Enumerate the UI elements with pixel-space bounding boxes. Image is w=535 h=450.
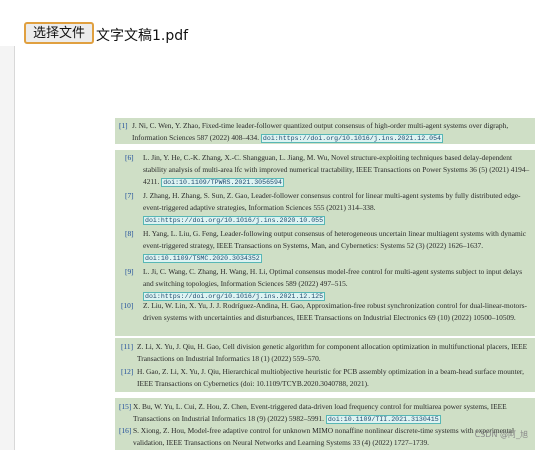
reference-number: [12] <box>121 367 134 376</box>
reference-number: [11] <box>121 342 134 351</box>
highlight-block-2: [6] L. Jin, Y. He, C.-K. Zhang, X.-C. Sh… <box>115 150 535 336</box>
doi-link[interactable]: doi:https://doi.org/10.1016/j.ins.2020.1… <box>143 216 326 226</box>
reference-number: [10] <box>121 301 134 310</box>
reference-text: J. Zhang, H. Zhang, S. Sun, Z. Gao, Lead… <box>143 191 521 213</box>
highlight-block-3: [11] Z. Li, X. Yu, J. Qiu, H. Gao, Cell … <box>115 338 535 392</box>
reference-text: Z. Li, X. Yu, J. Qiu, H. Gao, Cell divis… <box>137 342 528 364</box>
doi-link[interactable]: doi:https://doi.org/10.1016/j.ins.2021.1… <box>260 134 443 144</box>
doi-link[interactable]: doi:10.1109/TSMC.2020.3034352 <box>143 254 262 264</box>
reference-item: [8] H. Yang, L. Liu, G. Feng, Leader-fol… <box>115 228 535 266</box>
highlight-block-4: [15] X. Bu, W. Yu, L. Cui, Z. Hou, Z. Ch… <box>115 398 535 450</box>
reference-number: [6] <box>125 153 134 162</box>
reference-number: [8] <box>125 229 134 238</box>
reference-item: [11] Z. Li, X. Yu, J. Qiu, H. Gao, Cell … <box>115 341 535 365</box>
selected-file-name: 文字文稿1.pdf <box>96 28 189 44</box>
reference-text: Z. Liu, W. Lin, X. Yu, J. J. Rodríguez-A… <box>143 301 528 323</box>
doi-link[interactable]: doi:10.1109/TPWRS.2021.3056594 <box>161 178 284 188</box>
reference-item: [16] S. Xiong, Z. Hou, Model-free adapti… <box>115 425 535 449</box>
reference-number: [9] <box>125 267 134 276</box>
reference-item: [6] L. Jin, Y. He, C.-K. Zhang, X.-C. Sh… <box>115 152 535 190</box>
reference-number: [7] <box>125 191 134 200</box>
reference-number: [1] <box>119 121 128 130</box>
reference-item: [10] Z. Liu, W. Lin, X. Yu, J. J. Rodríg… <box>115 300 535 324</box>
watermark: CSDN @阿_旭 <box>474 430 528 439</box>
reference-text: H. Gao, Z. Li, X. Yu, J. Qiu, Hierarchic… <box>137 367 524 389</box>
reference-item: [1] J. Ni, C. Wen, Y. Zhao, Fixed-time l… <box>115 120 535 145</box>
reference-item: [9] L. Ji, C. Wang, C. Zhang, H. Wang, H… <box>115 266 535 304</box>
reference-text: L. Ji, C. Wang, C. Zhang, H. Wang, H. Li… <box>143 267 523 289</box>
file-toolbar: 选择文件 文字文稿1.pdf <box>0 0 535 46</box>
pdf-viewer[interactable]: [1] J. Ni, C. Wen, Y. Zhao, Fixed-time l… <box>14 46 535 450</box>
reference-text: X. Bu, W. Yu, L. Cui, Z. Hou, Z. Chen, E… <box>133 402 507 424</box>
reference-item: [12] H. Gao, Z. Li, X. Yu, J. Qiu, Hiera… <box>115 366 535 390</box>
reference-item: [7] J. Zhang, H. Zhang, S. Sun, Z. Gao, … <box>115 190 535 228</box>
reference-number: [16] <box>119 426 132 435</box>
highlight-block-1: [1] J. Ni, C. Wen, Y. Zhao, Fixed-time l… <box>115 118 535 144</box>
doi-link[interactable]: doi:10.1109/TII.2021.3130415 <box>325 415 441 425</box>
reference-text: S. Xiong, Z. Hou, Model-free adaptive co… <box>133 426 515 448</box>
choose-file-button[interactable]: 选择文件 <box>24 22 95 44</box>
reference-text: H. Yang, L. Liu, G. Feng, Leader-followi… <box>143 229 527 251</box>
reference-number: [15] <box>119 402 132 411</box>
reference-item: [15] X. Bu, W. Yu, L. Cui, Z. Hou, Z. Ch… <box>115 401 535 426</box>
